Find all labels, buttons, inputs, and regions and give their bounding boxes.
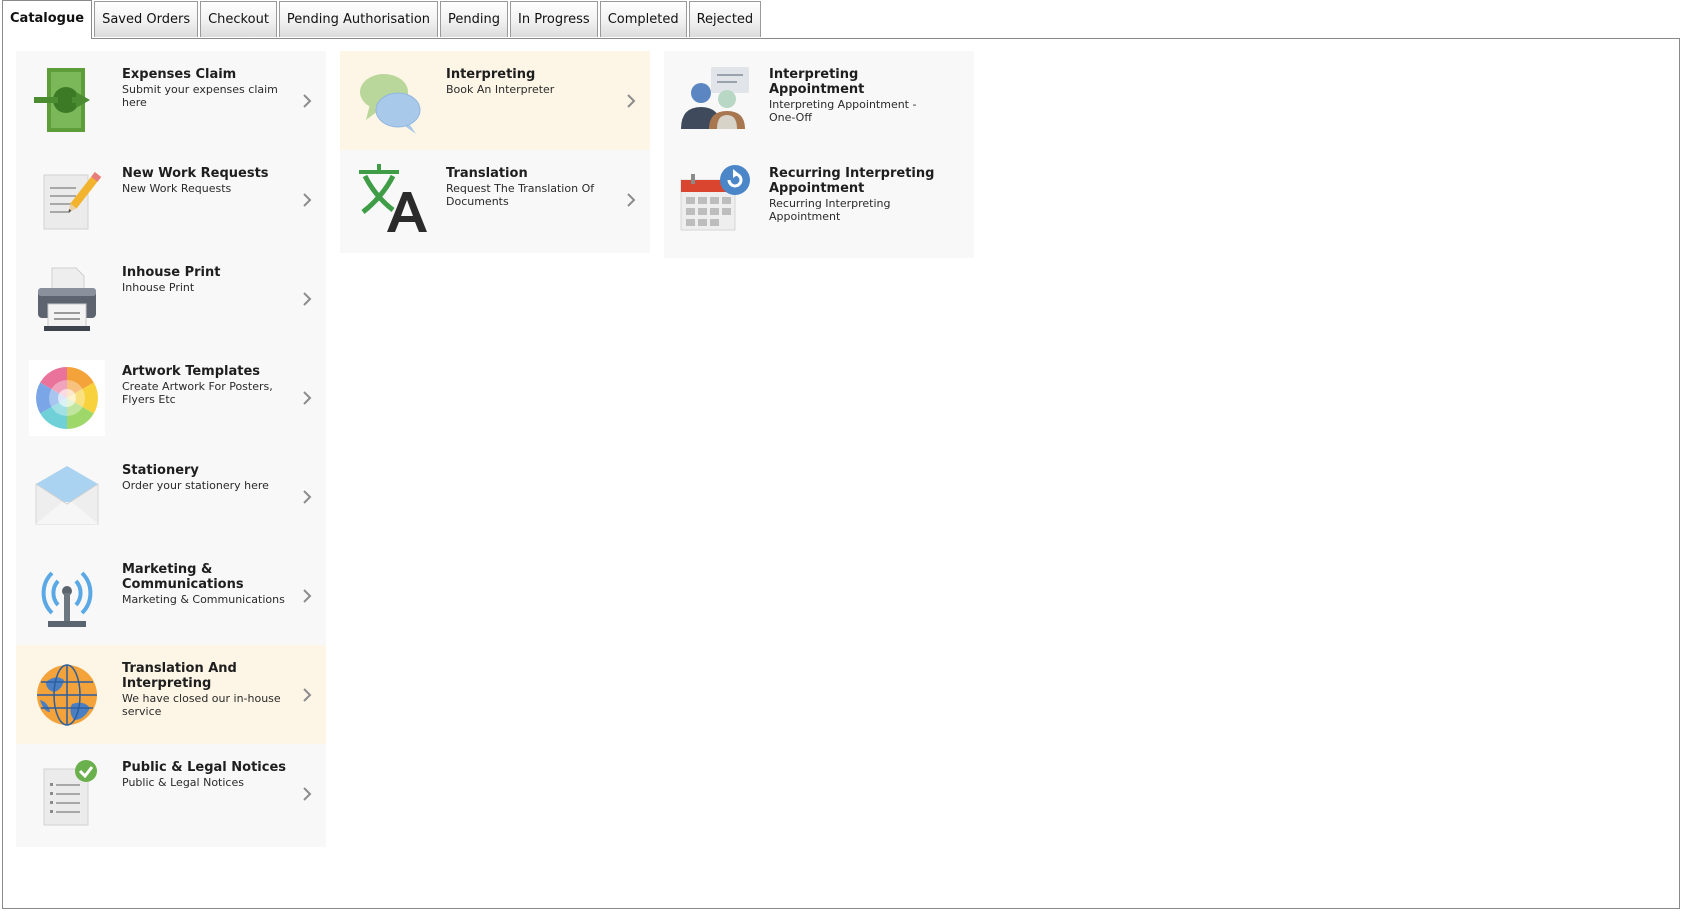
chevron-right-icon	[303, 94, 312, 108]
catalogue-item-description: Book An Interpreter	[446, 83, 555, 96]
catalogue-item-title: Recurring Interpreting Appointment	[769, 166, 935, 196]
antenna-icon	[29, 558, 105, 634]
tab-checkout[interactable]: Checkout	[200, 1, 277, 37]
conversation-people-icon	[677, 63, 753, 139]
catalogue-item-description: Marketing & Communications	[122, 593, 285, 606]
tab-saved-orders[interactable]: Saved Orders	[94, 1, 199, 37]
chevron-right-icon	[303, 193, 312, 207]
tab-in-progress[interactable]: In Progress	[510, 1, 598, 37]
chevron-right-icon	[303, 688, 312, 702]
translate-icon	[353, 162, 429, 238]
printer-icon	[29, 261, 105, 337]
checklist-icon	[29, 756, 105, 832]
chevron-right-icon	[627, 193, 636, 207]
catalogue-item-recurring-interpreting-appointment[interactable]: Recurring Interpreting Appointment Recur…	[664, 150, 974, 258]
catalogue-item-description: Inhouse Print	[122, 281, 195, 294]
tab-completed[interactable]: Completed	[599, 1, 687, 37]
chevron-right-icon	[303, 490, 312, 504]
catalogue-item-title: Interpreting	[446, 67, 536, 82]
catalogue-item-title: Marketing & Communications	[122, 562, 244, 592]
tab-pending[interactable]: Pending	[440, 1, 509, 37]
catalogue-item-title: New Work Requests	[122, 166, 269, 181]
catalogue-item-description: Request The Translation Of Documents	[446, 182, 595, 208]
chevron-right-icon	[303, 787, 312, 801]
catalogue-panel: Expenses Claim Submit your expenses clai…	[2, 38, 1680, 909]
money-transfer-icon	[29, 63, 105, 139]
catalogue-item-title: Translation And Interpreting	[122, 661, 237, 691]
catalogue-item-description: New Work Requests	[122, 182, 232, 195]
catalogue-item-title: Artwork Templates	[122, 364, 261, 379]
catalogue-item-description: Order your stationery here	[122, 479, 269, 492]
catalogue-item-description: We have closed our in-house service	[122, 692, 281, 718]
catalogue-item-artwork-templates[interactable]: Artwork Templates Create Artwork For Pos…	[16, 348, 326, 451]
chevron-right-icon	[627, 94, 636, 108]
catalogue-item-translation-and-interpreting[interactable]: Translation And Interpreting We have clo…	[16, 645, 326, 748]
catalogue-item-description: Recurring Interpreting Appointment	[769, 197, 891, 223]
catalogue-item-description: Create Artwork For Posters, Flyers Etc	[122, 380, 273, 406]
catalogue-item-interpreting-appointment[interactable]: Interpreting Appointment Interpreting Ap…	[664, 51, 974, 154]
catalogue-item-interpreting[interactable]: Interpreting Book An Interpreter	[340, 51, 650, 154]
catalogue-item-title: Expenses Claim	[122, 67, 237, 82]
document-pencil-icon	[29, 162, 105, 238]
speech-bubbles-icon	[353, 63, 429, 139]
catalogue-item-public-legal-notices[interactable]: Public & Legal Notices Public & Legal No…	[16, 744, 326, 847]
catalogue-item-description: Submit your expenses claim here	[122, 83, 278, 109]
chevron-right-icon	[303, 391, 312, 405]
catalogue-item-translation[interactable]: Translation Request The Translation Of D…	[340, 150, 650, 253]
tab-bar: Catalogue Saved Orders Checkout Pending …	[2, 0, 763, 39]
tab-pending-authorisation[interactable]: Pending Authorisation	[278, 1, 439, 37]
catalogue-item-marketing-communications[interactable]: Marketing & Communications Marketing & C…	[16, 546, 326, 649]
catalogue-item-expenses-claim[interactable]: Expenses Claim Submit your expenses clai…	[16, 51, 326, 154]
catalogue-item-title: Translation	[446, 166, 528, 181]
recurring-calendar-icon	[677, 162, 753, 238]
catalogue-item-new-work-requests[interactable]: New Work Requests New Work Requests	[16, 150, 326, 253]
chevron-right-icon	[303, 589, 312, 603]
envelope-icon	[29, 459, 105, 535]
catalogue-item-title: Stationery	[122, 463, 199, 478]
tab-rejected[interactable]: Rejected	[688, 1, 762, 37]
tab-catalogue[interactable]: Catalogue	[2, 0, 93, 39]
catalogue-item-inhouse-print[interactable]: Inhouse Print Inhouse Print	[16, 249, 326, 352]
chevron-right-icon	[303, 292, 312, 306]
globe-icon	[29, 657, 105, 733]
catalogue-item-title: Inhouse Print	[122, 265, 221, 280]
catalogue-item-title: Interpreting Appointment	[769, 67, 865, 97]
catalogue-item-description: Public & Legal Notices	[122, 776, 244, 789]
catalogue-item-stationery[interactable]: Stationery Order your stationery here	[16, 447, 326, 550]
catalogue-item-title: Public & Legal Notices	[122, 760, 286, 775]
color-wheel-icon	[29, 360, 105, 436]
catalogue-item-description: Interpreting Appointment - One-Off	[769, 98, 917, 124]
